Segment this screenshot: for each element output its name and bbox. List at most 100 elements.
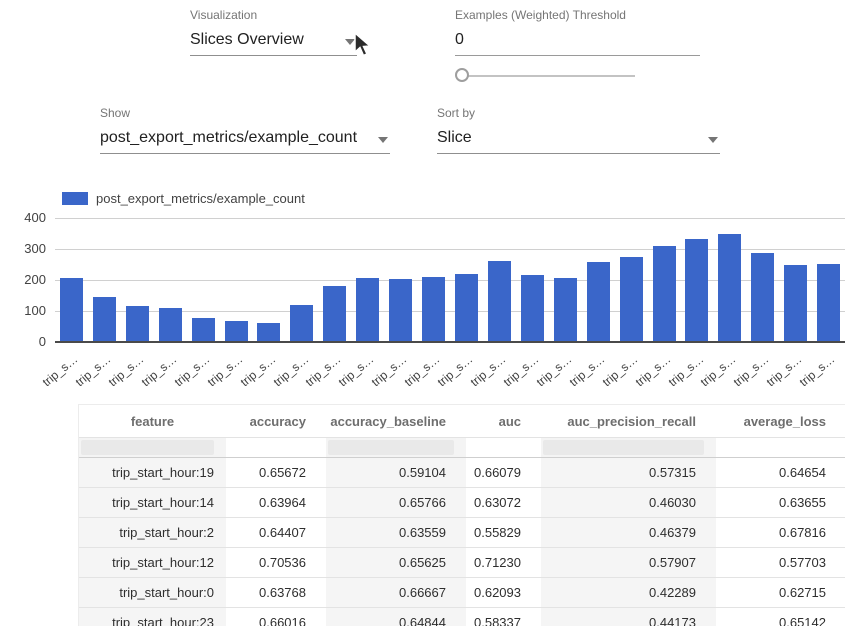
table-cell: 0.71230 [466,548,541,577]
column-filter-input[interactable] [543,440,704,455]
x-axis-tick-label: trip_s… [698,352,739,389]
x-axis-tick-label: trip_s… [303,352,344,389]
table-cell: 0.57315 [541,458,716,487]
table-cell: 0.64407 [226,518,326,547]
table-row: trip_start_hour:120.705360.656250.712300… [79,548,845,578]
table-cell: 0.63768 [226,578,326,607]
x-axis-tick-label: trip_s… [665,352,706,389]
bar-slot [713,218,746,342]
column-header-accuracy[interactable]: accuracy [226,405,326,437]
bar[interactable] [159,308,182,342]
bar-slot [516,218,549,342]
filter-cell [541,438,716,457]
bar[interactable] [192,318,215,342]
table-cell: 0.66667 [326,578,466,607]
show-value: post_export_metrics/example_count [100,129,357,146]
x-axis-labels: trip_s…trip_s…trip_s…trip_s…trip_s…trip_… [55,348,845,396]
bar[interactable] [225,321,248,342]
visualization-dropdown[interactable]: Slices Overview [190,31,357,56]
y-axis-tick-label: 300 [10,242,46,256]
column-header-accuracy_baseline[interactable]: accuracy_baseline [326,405,466,437]
bar[interactable] [521,275,544,342]
x-axis-tick-label: trip_s… [270,352,311,389]
table-cell: trip_start_hour:14 [79,488,226,517]
table-cell: 0.46030 [541,488,716,517]
bar-slot [318,218,351,342]
column-header-auc_precision_recall[interactable]: auc_precision_recall [541,405,716,437]
table-cell: 0.57703 [716,548,846,577]
mouse-cursor-icon [352,32,374,58]
table-cell: 0.65625 [326,548,466,577]
threshold-slider[interactable] [455,68,635,84]
filter-cell [226,438,326,457]
chevron-down-icon [378,137,388,143]
table-cell: 0.65766 [326,488,466,517]
bar[interactable] [290,305,313,343]
bar-series [55,218,845,342]
bar[interactable] [653,246,676,342]
x-axis-tick-label: trip_s… [237,352,278,389]
bar[interactable] [488,261,511,342]
legend-swatch-icon [62,192,88,205]
column-header-feature[interactable]: feature [79,405,226,437]
x-axis-tick-label: trip_s… [369,352,410,389]
table-cell: 0.63559 [326,518,466,547]
table-cell: 0.66079 [466,458,541,487]
table-filter-row [79,437,845,458]
column-filter-input[interactable] [328,440,454,455]
column-filter-input[interactable] [81,440,214,455]
table-cell: 0.64844 [326,608,466,626]
bar[interactable] [356,278,379,342]
slider-handle[interactable] [455,68,469,82]
threshold-input[interactable]: 0 [455,31,700,56]
x-axis-tick-label: trip_s… [599,352,640,389]
show-label: Show [100,106,390,120]
sortby-value: Slice [437,129,472,146]
table-cell: trip_start_hour:23 [79,608,226,626]
bar-slot [681,218,714,342]
x-axis-tick-label: trip_s… [566,352,607,389]
bar-slot [582,218,615,342]
slider-track[interactable] [463,75,635,77]
x-axis-tick-label: trip_s… [40,352,81,389]
filter-cell [466,438,541,457]
bar[interactable] [751,253,774,342]
table-cell: 0.63964 [226,488,326,517]
bar[interactable] [817,264,840,342]
x-axis-tick-label: trip_s… [204,352,245,389]
bar[interactable] [620,257,643,342]
show-dropdown[interactable]: post_export_metrics/example_count [100,129,390,154]
bar[interactable] [685,239,708,342]
bar-slot [549,218,582,342]
bar[interactable] [323,286,346,342]
table-header-row: featureaccuracyaccuracy_baselineaucauc_p… [79,405,845,437]
x-axis-line [55,341,845,343]
bar[interactable] [60,278,83,342]
threshold-value: 0 [455,31,464,48]
bar[interactable] [718,234,741,342]
bar[interactable] [554,278,577,342]
sortby-dropdown[interactable]: Slice [437,129,720,154]
table-cell: trip_start_hour:2 [79,518,226,547]
table-cell: 0.58337 [466,608,541,626]
bar[interactable] [422,277,445,342]
bar[interactable] [784,265,807,342]
table-cell: 0.64654 [716,458,846,487]
filter-cell [326,438,466,457]
bar[interactable] [126,306,149,342]
table-cell: 0.70536 [226,548,326,577]
table-cell: trip_start_hour:0 [79,578,226,607]
column-header-auc[interactable]: auc [466,405,541,437]
bar[interactable] [257,323,280,342]
bar[interactable] [455,274,478,342]
bar-slot [779,218,812,342]
bar-slot [812,218,845,342]
bar-slot [55,218,88,342]
bar[interactable] [389,279,412,342]
table-cell: 0.63655 [716,488,846,517]
column-header-average_loss[interactable]: average_loss [716,405,846,437]
bar[interactable] [587,262,610,342]
table-row: trip_start_hour:190.656720.591040.660790… [79,458,845,488]
table-cell: 0.66016 [226,608,326,626]
bar[interactable] [93,297,116,342]
